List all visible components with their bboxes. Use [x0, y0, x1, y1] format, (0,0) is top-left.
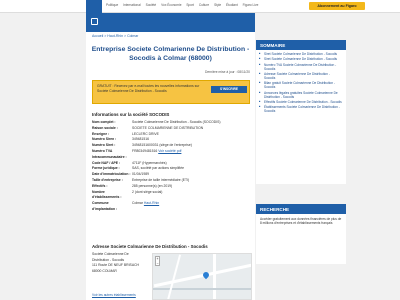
info-label: Numéro TVA Intracommunautaire : — [92, 148, 127, 159]
summary-item-link[interactable]: Effectifs Societe Colmarienne De Distrib… — [259, 100, 342, 104]
summary-item-link[interactable]: Adresse Societe Colmarienne De Distribut… — [259, 72, 342, 80]
info-value-text: SOCIETE COLMARIENNE DE DISTRIBUTION — [132, 125, 204, 130]
top-navigation-bar: Politique International Société Vox Écon… — [0, 0, 400, 13]
map-rail — [153, 288, 251, 290]
search-description: Accéder gratuitement aux données financi… — [260, 217, 342, 226]
info-value-text: LECLERC DRIVE — [132, 131, 159, 136]
nav-item[interactable]: Style — [214, 3, 221, 7]
summary-list: Siret Societe Colmarienne De Distributio… — [256, 50, 346, 117]
home-icon[interactable] — [91, 18, 98, 25]
nav-item[interactable]: Culture — [199, 3, 209, 7]
map-road — [166, 254, 182, 299]
breadcrumb-city[interactable]: Colmar — [127, 34, 138, 38]
address-block: Societe Colmarienne De Distribution - So… — [92, 252, 152, 274]
nav-item[interactable]: Sport — [186, 3, 194, 7]
address-line: 68000 COLMAR — [92, 268, 117, 273]
subscribe-alert-button[interactable]: S'INSCRIRE — [211, 86, 247, 93]
nav-item[interactable]: Vox Économie — [161, 3, 181, 7]
nav-item[interactable]: Figaro Live — [243, 3, 259, 7]
summary-item-link[interactable]: Siret Societe Colmarienne De Distributio… — [259, 57, 342, 61]
info-label: Nombre d'établissements : — [92, 189, 122, 200]
info-value-text: FR80349481516 — [132, 148, 158, 153]
breadcrumb-home[interactable]: Accueil — [92, 34, 103, 38]
summary-item-link[interactable]: Bilan gratuit Societe Colmarienne De Dis… — [259, 81, 342, 89]
info-value-text: Societe Colmarienne De Distribution - So… — [132, 120, 221, 124]
map-road — [213, 254, 216, 299]
newsletter-promo: GRATUIT : Recevez par e-mail toutes les … — [92, 80, 250, 104]
info-row: Nombre d'établissements : 2 (dont siège s… — [92, 190, 252, 202]
summary-item-link[interactable]: Établissements Societe Colmarienne De Di… — [259, 105, 342, 113]
page-title: Entreprise Societe Colmarienne De Distri… — [91, 46, 250, 62]
subscribe-button[interactable]: Abonnement au Figaro — [309, 2, 365, 10]
address-heading: Adresse Societe Colmarienne De Distribut… — [92, 244, 208, 249]
info-value-text: Entreprise de taille intermédiaire (ETI) — [132, 177, 190, 182]
search-box: RECHERCHE Accéder gratuitement aux donné… — [256, 204, 346, 264]
info-value-text: 285 personne(s) (en 2019) — [132, 183, 173, 188]
header-banner — [86, 13, 255, 32]
info-value: Colmar Haut-Rhin — [132, 201, 159, 213]
info-row: Numéro TVA Intracommunautaire : FR8034948… — [92, 149, 252, 161]
info-value-link[interactable]: Haut-Rhin — [144, 201, 159, 205]
promo-text: GRATUIT : Recevez par e-mail toutes les … — [97, 84, 200, 93]
nav-menu: Politique International Société Vox Écon… — [106, 3, 262, 7]
summary-box: SOMMAIRE Siret Societe Colmarienne De Di… — [256, 40, 346, 184]
info-value-text: Colmar — [132, 201, 143, 206]
company-info-table: Nom complet : Societe Colmarienne De Dist… — [92, 120, 252, 213]
summary-item-link[interactable]: Numéro TVA Societe Colmarienne De Distri… — [259, 63, 342, 71]
summary-item-link[interactable]: Annonces légales gratuites Societe Colma… — [259, 91, 342, 99]
info-label: Commune d'implantation : — [92, 201, 118, 211]
info-value-text: 4711F (Hypermarchés) — [132, 160, 167, 165]
nav-item[interactable]: Société — [146, 3, 157, 7]
summary-item-link[interactable]: Siret Societe Colmarienne De Distributio… — [259, 52, 342, 56]
sidebar: SOMMAIRE Siret Societe Colmarienne De Di… — [256, 32, 346, 300]
nav-item[interactable]: Politique — [106, 3, 118, 7]
info-heading: Informations sur la société SOCODIS — [92, 112, 170, 117]
last-updated: Dernière mise à jour : 08/11/20 — [204, 70, 250, 74]
location-map[interactable]: + − — [152, 253, 252, 300]
breadcrumb: Accueil > Haut-Rhin > Colmar — [92, 34, 139, 38]
breadcrumb-region[interactable]: Haut-Rhin — [107, 34, 123, 38]
info-value: FR80349481516 Voir société pdf — [132, 149, 181, 161]
summary-heading: SOMMAIRE — [256, 40, 346, 50]
info-value-text: 2 (dont siège social) — [132, 189, 163, 194]
info-row: Commune d'implantation : Colmar Haut-Rhin — [92, 201, 252, 213]
other-establishments-link[interactable]: Voir les autres établissements — [92, 293, 136, 297]
search-heading: RECHERCHE — [256, 204, 346, 214]
info-value-text: 01/04/1989 — [132, 172, 149, 177]
map-zoom-control[interactable]: + − — [155, 256, 160, 266]
info-value-text: 349481516 — [132, 137, 149, 142]
info-value: 2 (dont siège social) — [132, 190, 162, 202]
zoom-out-button[interactable]: − — [156, 262, 159, 267]
info-value-text: SAS, société par actions simplifiée — [132, 166, 185, 171]
nav-item[interactable]: International — [123, 3, 141, 7]
info-value-link[interactable]: Voir société pdf — [158, 149, 181, 153]
nav-item[interactable]: Étudiant — [226, 3, 238, 7]
info-value-text: 34948151600031 (siège de l'entreprise) — [132, 143, 192, 148]
site-logo[interactable] — [86, 0, 102, 13]
